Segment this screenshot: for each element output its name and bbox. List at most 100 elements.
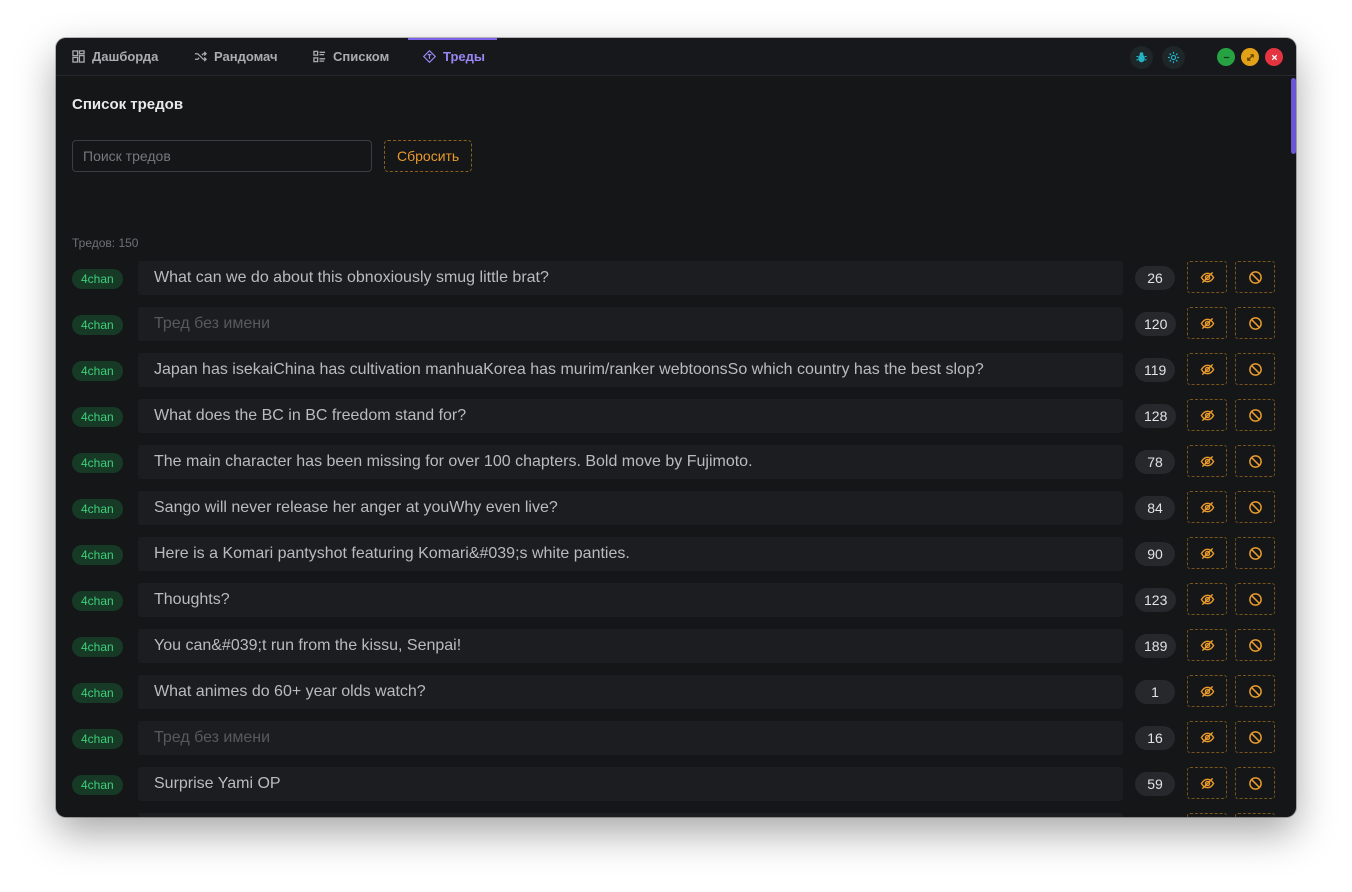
page-title: Список тредов xyxy=(72,96,184,113)
hide-icon xyxy=(1200,639,1214,651)
hide-thread-button[interactable] xyxy=(1187,537,1227,569)
hide-thread-button[interactable] xyxy=(1187,445,1227,477)
app-window: Дашборда Рандомач Списком Треды Список т… xyxy=(56,38,1296,817)
hide-thread-button[interactable] xyxy=(1187,675,1227,707)
ban-icon xyxy=(1248,684,1262,698)
block-thread-button[interactable] xyxy=(1235,721,1275,753)
thread-title[interactable]: What does the BC in BC freedom stand for… xyxy=(138,399,1123,433)
reply-count: 16 xyxy=(1135,726,1175,750)
bug-icon xyxy=(1136,52,1147,63)
hide-icon xyxy=(1200,317,1214,329)
tab-random[interactable]: Рандомач xyxy=(194,38,278,75)
thread-title[interactable]: You can&#039;t run from the kissu, Senpa… xyxy=(138,629,1123,663)
tab-list[interactable]: Списком xyxy=(313,38,389,75)
search-input[interactable] xyxy=(72,140,372,172)
close-button[interactable] xyxy=(1265,48,1283,66)
reply-count: 119 xyxy=(1135,358,1176,382)
block-thread-button[interactable] xyxy=(1235,675,1275,707)
thread-title[interactable]: Sango will never release her anger at yo… xyxy=(138,491,1123,525)
thread-row: 4chanShould Law have been a woman?18 xyxy=(72,813,1276,817)
ban-icon xyxy=(1248,776,1262,790)
hide-thread-button[interactable] xyxy=(1187,307,1227,339)
hide-icon xyxy=(1200,593,1214,605)
reply-count: 120 xyxy=(1135,312,1177,336)
block-thread-button[interactable] xyxy=(1235,353,1275,385)
settings-icon xyxy=(1167,51,1180,64)
block-thread-button[interactable] xyxy=(1235,813,1275,817)
hide-thread-button[interactable] xyxy=(1187,261,1227,293)
scrollbar-thumb[interactable] xyxy=(1291,78,1296,154)
hide-thread-button[interactable] xyxy=(1187,353,1227,385)
ban-icon xyxy=(1248,546,1262,560)
block-thread-button[interactable] xyxy=(1235,491,1275,523)
block-thread-button[interactable] xyxy=(1235,537,1275,569)
block-thread-button[interactable] xyxy=(1235,767,1275,799)
thread-title[interactable]: What can we do about this obnoxiously sm… xyxy=(138,261,1123,295)
tab-dashboard[interactable]: Дашборда xyxy=(72,38,158,75)
tab-label: Треды xyxy=(443,49,485,64)
block-thread-button[interactable] xyxy=(1235,445,1275,477)
hide-thread-button[interactable] xyxy=(1187,491,1227,523)
hide-icon xyxy=(1200,409,1214,421)
title-bar: Дашборда Рандомач Списком Треды xyxy=(56,38,1296,76)
thread-row: 4chan What animes do 60+ year olds watch?… xyxy=(72,675,1276,709)
block-thread-button[interactable] xyxy=(1235,261,1275,293)
hide-thread-button[interactable] xyxy=(1187,813,1227,817)
thread-title[interactable]: Should Law have been a woman? xyxy=(138,813,1123,817)
thread-row: 4chan What can we do about this obnoxious… xyxy=(72,261,1276,295)
list-icon xyxy=(313,50,326,63)
source-badge: 4chan xyxy=(72,453,123,473)
block-thread-button[interactable] xyxy=(1235,399,1275,431)
source-badge: 4chan xyxy=(72,315,123,335)
tab-threads[interactable]: Треды xyxy=(408,38,497,75)
thread-title[interactable]: What animes do 60+ year olds watch? xyxy=(138,675,1123,709)
thread-row: 4chan Тред без имени 16 xyxy=(72,721,1276,755)
hide-icon xyxy=(1200,501,1214,513)
hide-thread-button[interactable] xyxy=(1187,767,1227,799)
thread-title[interactable]: Thoughts? xyxy=(138,583,1123,617)
reply-count: 26 xyxy=(1135,266,1175,290)
close-icon xyxy=(1271,54,1277,60)
reply-count: 59 xyxy=(1135,772,1175,796)
shuffle-icon xyxy=(194,51,207,62)
thread-title[interactable]: Тред без имени xyxy=(138,721,1123,755)
tab-label: Списком xyxy=(333,49,390,64)
reply-count: 84 xyxy=(1135,496,1175,520)
hide-thread-button[interactable] xyxy=(1187,399,1227,431)
thread-title[interactable]: Here is a Komari pantyshot featuring Kom… xyxy=(138,537,1123,571)
tab-label: Рандомач xyxy=(214,49,278,64)
hide-thread-button[interactable] xyxy=(1187,629,1227,661)
ban-icon xyxy=(1248,500,1262,514)
thread-title[interactable]: Japan has isekaiChina has cultivation ma… xyxy=(138,353,1123,387)
hide-icon xyxy=(1200,455,1214,467)
settings-button[interactable] xyxy=(1162,46,1185,69)
block-thread-button[interactable] xyxy=(1235,629,1275,661)
maximize-button[interactable] xyxy=(1241,48,1259,66)
minimize-button[interactable] xyxy=(1217,48,1235,66)
thread-title[interactable]: Surprise Yami OP xyxy=(138,767,1123,801)
bug-button[interactable] xyxy=(1130,46,1153,69)
hide-thread-button[interactable] xyxy=(1187,721,1227,753)
ban-icon xyxy=(1248,362,1262,376)
ban-icon xyxy=(1248,454,1262,468)
block-thread-button[interactable] xyxy=(1235,307,1275,339)
hide-thread-button[interactable] xyxy=(1187,583,1227,615)
reply-count: 78 xyxy=(1135,450,1175,474)
tab-label: Дашборда xyxy=(92,49,159,64)
ban-icon xyxy=(1248,638,1262,652)
source-badge: 4chan xyxy=(72,499,123,519)
source-badge: 4chan xyxy=(72,683,123,703)
reply-count: 123 xyxy=(1135,588,1177,612)
reply-count: 1 xyxy=(1135,680,1175,704)
thread-count: Тредов: 150 xyxy=(72,236,139,250)
thread-title[interactable]: Тред без имени xyxy=(138,307,1123,341)
hide-icon xyxy=(1200,685,1214,697)
thread-title[interactable]: The main character has been missing for … xyxy=(138,445,1123,479)
source-badge: 4chan xyxy=(72,545,123,565)
source-badge: 4chan xyxy=(72,269,123,289)
thread-icon xyxy=(423,50,436,63)
block-thread-button[interactable] xyxy=(1235,583,1275,615)
ban-icon xyxy=(1248,316,1262,330)
reset-button[interactable]: Сбросить xyxy=(384,140,473,172)
source-badge: 4chan xyxy=(72,361,123,381)
